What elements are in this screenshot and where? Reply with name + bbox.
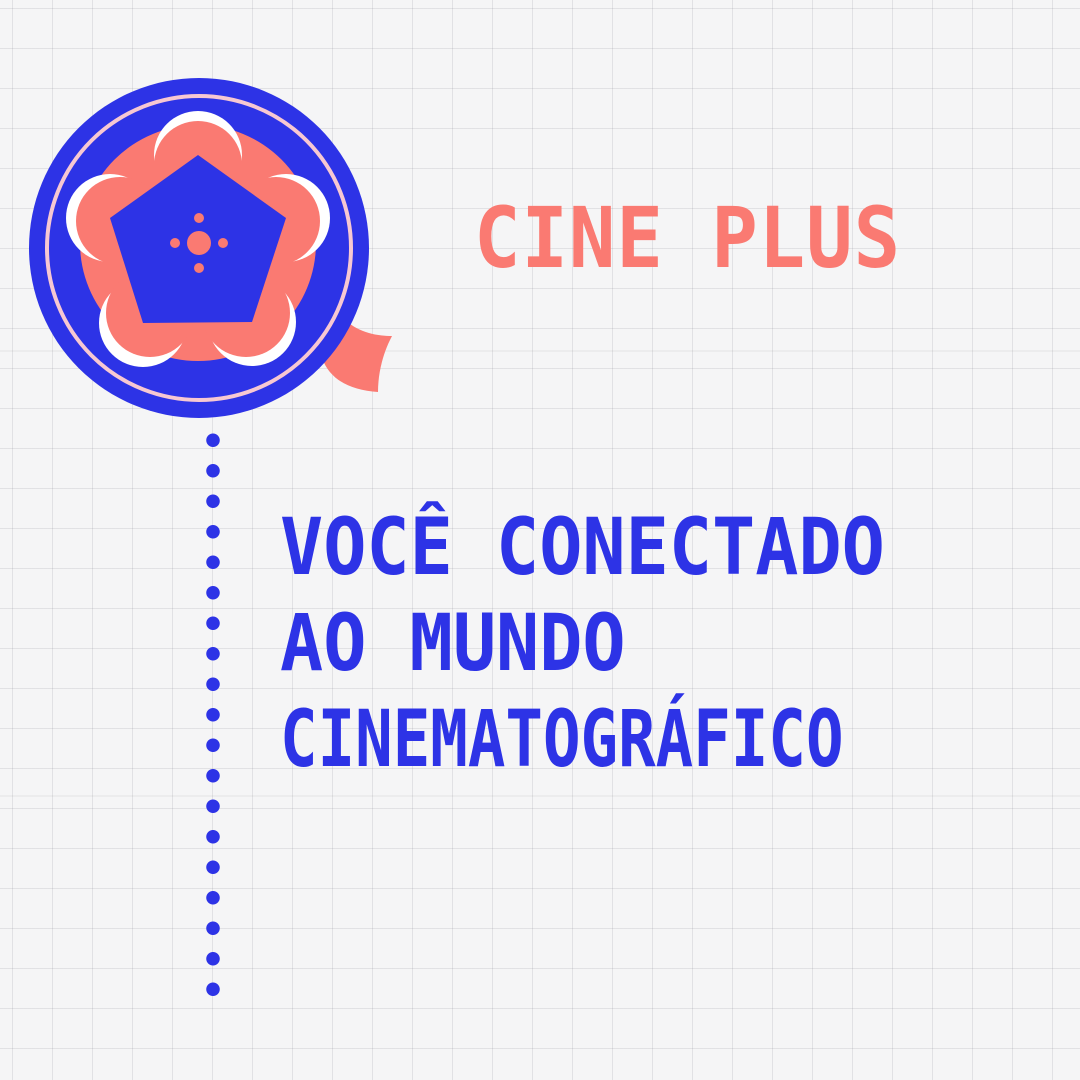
dotted-connector-line — [205, 425, 221, 1005]
tagline: VOCÊ CONECTADO AO MUNDO CINEMATOGRÁFICO — [280, 500, 1070, 788]
brand-title: CINE PLUS — [474, 189, 902, 287]
tagline-line-2: AO MUNDO — [280, 599, 626, 689]
paper-fold — [0, 795, 1080, 797]
tagline-line-1: VOCÊ CONECTADO — [280, 503, 885, 593]
film-reel-icon — [29, 78, 392, 418]
tagline-line-3: CINEMATOGRÁFICO — [280, 695, 844, 785]
reel-center-dot — [187, 231, 211, 255]
